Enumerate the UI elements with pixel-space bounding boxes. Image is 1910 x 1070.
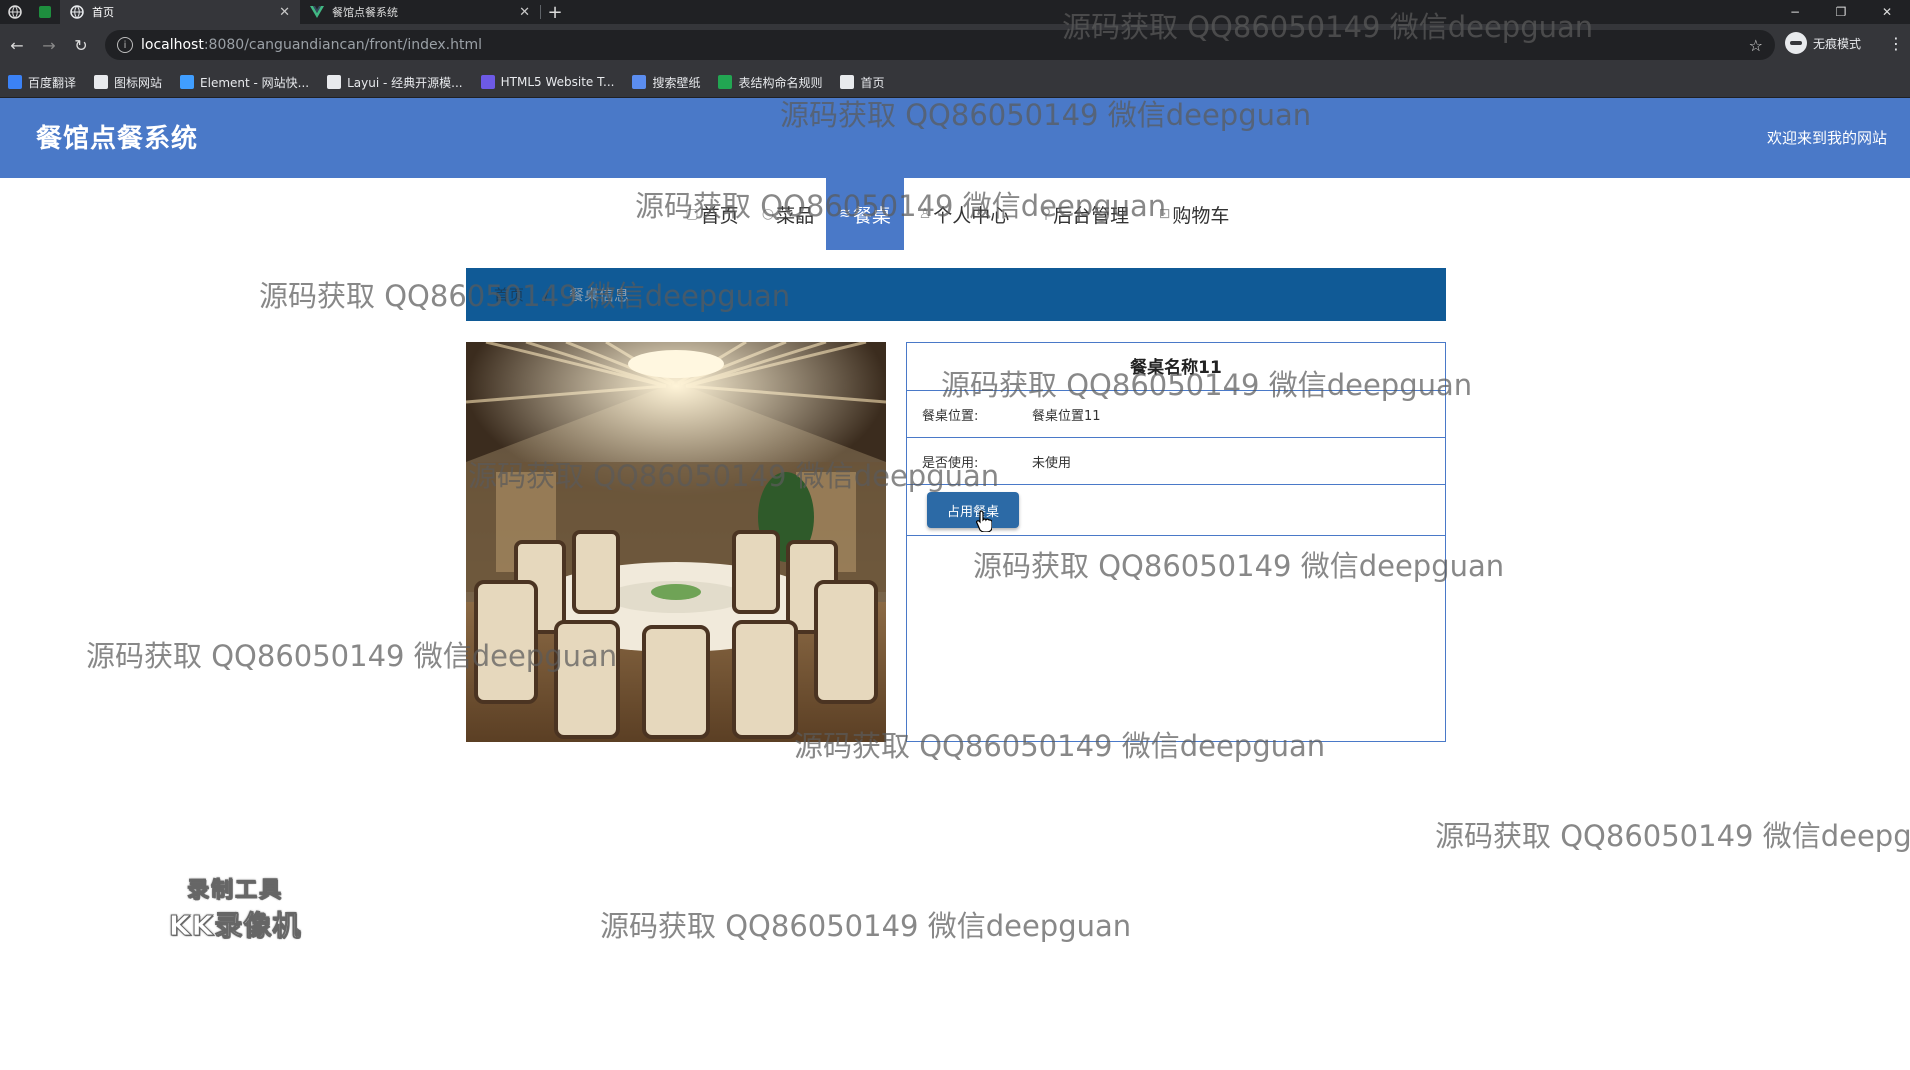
browser-tab-strip: 首页 ✕ 餐馆点餐系统 ✕ + − ❐ ✕ — [0, 0, 1910, 24]
incognito-indicator[interactable]: 无痕模式 — [1785, 32, 1861, 54]
sheet-icon — [39, 6, 51, 18]
bookmarks-bar: 百度翻译 图标网站 Element - 网站快... Layui - 经典开源模...… — [0, 67, 1910, 98]
bookmark-label: HTML5 Website T... — [500, 75, 615, 89]
dish-icon: ○ — [761, 206, 775, 222]
field-row-location: 餐桌位置: 餐桌位置11 — [907, 390, 1445, 437]
site-title: 餐馆点餐系统 — [36, 124, 199, 154]
incognito-icon — [1785, 32, 1807, 54]
bookmark-item[interactable]: 首页 — [840, 74, 885, 91]
reload-button[interactable]: ↻ — [66, 31, 96, 61]
hand-cursor-icon — [976, 510, 992, 532]
bookmark-favicon-icon — [632, 75, 647, 89]
vue-icon — [310, 6, 324, 18]
nav-label: 个人中心 — [933, 204, 1010, 227]
nav-label: 菜品 — [776, 204, 815, 227]
globe-icon — [8, 5, 22, 19]
window-controls: − ❐ ✕ — [1772, 0, 1910, 24]
web-page: 餐馆点餐系统 欢迎来到我的网站 ▢ 首页 ○ 菜品 ≋ 餐桌 ♙ 个人中心 ⚲ — [0, 98, 1910, 1070]
breadcrumb: 首页 / 餐桌信息 — [466, 268, 1446, 321]
close-icon[interactable]: ✕ — [519, 5, 530, 20]
field-label: 是否使用: — [922, 455, 979, 471]
bookmark-label: Element - 网站快... — [200, 75, 310, 90]
recorder-label-line2: KK录像机 — [168, 909, 302, 943]
table-photo — [466, 342, 886, 742]
restore-button[interactable]: ❐ — [1818, 0, 1864, 24]
occupy-table-button[interactable]: 占用餐桌 — [927, 492, 1019, 528]
home-icon: ▢ — [685, 206, 699, 222]
pinned-tab-sheet[interactable] — [30, 0, 60, 24]
info-icon[interactable]: i — [117, 37, 133, 53]
menu-kebab-icon[interactable]: ⋮ — [1888, 34, 1904, 53]
bookmark-label: 表结构命名规则 — [738, 75, 823, 90]
nav-label: 后台管理 — [1053, 204, 1130, 227]
bookmark-label: 百度翻译 — [28, 75, 77, 90]
bookmark-favicon-icon — [327, 75, 342, 89]
bookmark-favicon-icon — [840, 75, 855, 89]
bookmark-favicon-icon — [94, 75, 109, 89]
recorder-watermark: 录制工具 KK录像机 — [160, 872, 310, 943]
bookmark-favicon-icon — [180, 75, 195, 89]
bookmark-item[interactable]: HTML5 Website T... — [480, 75, 615, 89]
forward-button[interactable]: → — [34, 31, 64, 61]
cart-icon: ⊡ — [1158, 206, 1171, 222]
nav-item-tables[interactable]: ≋ 餐桌 — [826, 178, 904, 250]
breadcrumb-separator: / — [544, 285, 550, 304]
close-icon[interactable]: ✕ — [279, 5, 290, 20]
nav-label: 餐桌 — [852, 204, 891, 227]
bookmark-label: 首页 — [860, 75, 885, 90]
pinned-tab-chrome[interactable] — [0, 0, 30, 24]
bookmark-favicon-icon — [8, 75, 22, 89]
tab-home[interactable]: 首页 ✕ — [60, 0, 300, 24]
field-value: 未使用 — [1032, 455, 1072, 471]
table-name: 餐桌名称11 — [1130, 358, 1222, 378]
dining-room-image — [466, 342, 886, 742]
bookmark-label: 图标网站 — [114, 75, 163, 90]
globe-icon — [70, 5, 84, 19]
bookmark-label: Layui - 经典开源模... — [347, 75, 463, 90]
main-nav: ▢ 首页 ○ 菜品 ≋ 餐桌 ♙ 个人中心 ⚲ 后台管理 ⊡ 购物车 — [0, 178, 1910, 250]
link-icon: ⚲ — [1040, 206, 1052, 222]
bookmark-item[interactable]: Element - 网站快... — [180, 74, 309, 91]
nav-label: 首页 — [700, 204, 739, 227]
tab-title: 首页 — [92, 6, 114, 19]
layers-icon: ≋ — [839, 206, 851, 222]
field-label: 餐桌位置: — [922, 408, 979, 424]
nav-item-cart[interactable]: ⊡ 购物车 — [1152, 178, 1236, 250]
back-button[interactable]: ← — [2, 31, 32, 61]
screen: 首页 ✕ 餐馆点餐系统 ✕ + − ❐ ✕ ← → ↻ i localhost:… — [0, 0, 1910, 1070]
bookmark-item[interactable]: 图标网站 — [94, 74, 162, 91]
new-tab-button[interactable]: + — [541, 0, 569, 24]
incognito-label: 无痕模式 — [1813, 36, 1862, 51]
nav-item-dishes[interactable]: ○ 菜品 — [752, 178, 824, 250]
minimize-button[interactable]: − — [1772, 0, 1818, 24]
table-detail-panel: 餐桌名称11 餐桌位置: 餐桌位置11 是否使用: 未使用 占用餐桌 — [906, 342, 1446, 742]
nav-label: 购物车 — [1172, 204, 1230, 227]
tab-title: 餐馆点餐系统 — [332, 6, 398, 19]
bookmark-favicon-icon — [480, 75, 495, 89]
field-value: 餐桌位置11 — [1032, 408, 1101, 424]
bookmark-star-icon[interactable]: ☆ — [1749, 36, 1763, 55]
user-icon: ♙ — [918, 206, 932, 222]
address-bar[interactable]: i localhost:8080/canguandiancan/front/in… — [105, 30, 1775, 60]
bookmark-item[interactable]: 表结构命名规则 — [718, 74, 822, 91]
tab-restaurant-system[interactable]: 餐馆点餐系统 ✕ — [300, 0, 540, 24]
browser-toolbar: ← → ↻ i localhost:8080/canguandiancan/fr… — [0, 24, 1910, 67]
bookmark-item[interactable]: 百度翻译 — [8, 74, 76, 91]
field-row-in-use: 是否使用: 未使用 — [907, 437, 1445, 484]
breadcrumb-current: 餐桌信息 — [569, 286, 630, 304]
nav-item-profile[interactable]: ♙ 个人中心 — [912, 178, 1016, 250]
bookmark-item[interactable]: Layui - 经典开源模... — [327, 74, 463, 91]
nav-item-admin[interactable]: ⚲ 后台管理 — [1030, 178, 1140, 250]
bookmark-favicon-icon — [718, 75, 733, 89]
breadcrumb-home[interactable]: 首页 — [494, 284, 524, 305]
bookmark-item[interactable]: 搜索壁纸 — [632, 74, 700, 91]
welcome-text: 欢迎来到我的网站 — [1766, 129, 1887, 147]
bookmark-label: 搜索壁纸 — [652, 75, 701, 90]
recorder-label-line1: 录制工具 — [186, 878, 283, 904]
site-header: 餐馆点餐系统 欢迎来到我的网站 — [0, 98, 1910, 178]
nav-item-home[interactable]: ▢ 首页 — [676, 178, 748, 250]
url-text: localhost:8080/canguandiancan/front/inde… — [141, 37, 483, 53]
close-window-button[interactable]: ✕ — [1864, 0, 1910, 24]
